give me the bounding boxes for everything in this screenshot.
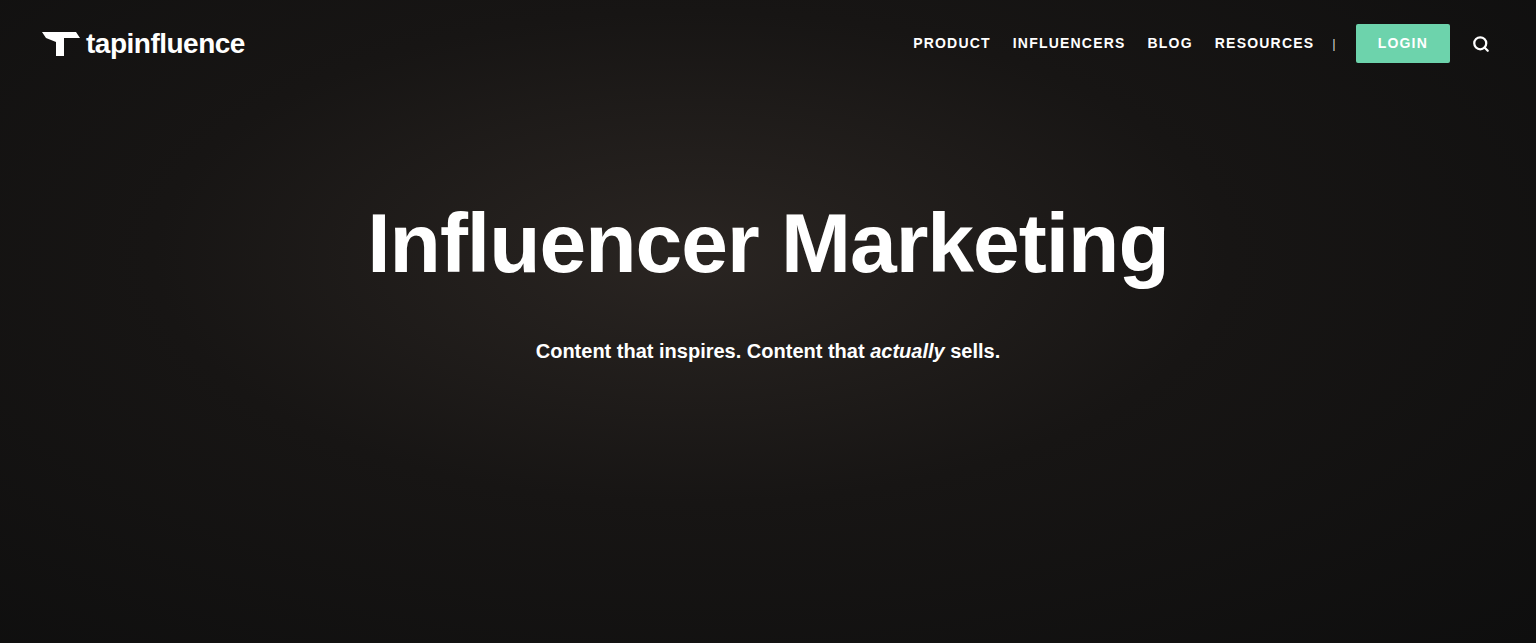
top-nav: tapinfluence PRODUCT INFLUENCERS BLOG RESOUR… (0, 0, 1536, 63)
nav-menu: PRODUCT INFLUENCERS BLOG RESOURCES | LOGIN (913, 24, 1490, 63)
nav-item[interactable]: BLOG (1148, 33, 1193, 54)
logo-mark-icon (42, 30, 80, 58)
login-button[interactable]: LOGIN (1356, 24, 1450, 63)
hero-subtitle: Content that inspires. Content that actu… (536, 337, 1001, 365)
hero: Influencer Marketing Content that inspire… (0, 201, 1536, 365)
search-icon (1472, 35, 1490, 53)
page: tapinfluence PRODUCT INFLUENCERS BLOG RESOUR… (0, 0, 1536, 643)
nav-item[interactable]: INFLUENCERS (1013, 33, 1126, 54)
search-button[interactable] (1472, 35, 1490, 53)
nav-item[interactable]: PRODUCT (913, 33, 991, 54)
logo-text: tapinfluence (86, 30, 245, 58)
logo[interactable]: tapinfluence (42, 30, 245, 58)
hero-title: Influencer Marketing (367, 201, 1169, 285)
nav-item[interactable]: RESOURCES (1215, 33, 1314, 54)
nav-separator: | (1332, 34, 1335, 54)
